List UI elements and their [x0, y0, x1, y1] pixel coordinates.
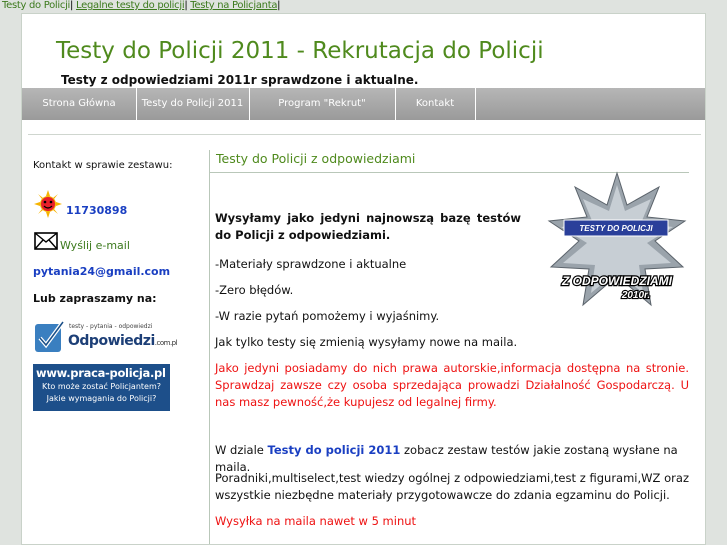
top-link-testy[interactable]: Testy do Policji [2, 0, 70, 11]
badge-year: 2010r. [621, 290, 650, 301]
banner1-brand: Odpowiedzi.com.pl [68, 333, 178, 349]
site-title: Testy do Policji 2011 - Rekrutacja do Po… [56, 38, 544, 64]
top-link-policjanta[interactable]: Testy na Policjanta [190, 0, 277, 11]
banner2-line1: Kto może zostać Policjantem? [42, 382, 161, 391]
main-intro: Wysyłamy jako jedyni najnowszą bazę test… [215, 211, 521, 242]
shipping-note: Wysyłka na maila nawet w 5 minut [215, 514, 417, 528]
site-subtitle: Testy z odpowiedziami 2011r sprawdzone i… [61, 73, 419, 87]
copyright-warning: Jako jedyni posiadamy do nich prawa auto… [215, 361, 689, 409]
materials-text: Poradniki,multiselect,test wiedzy ogólne… [215, 471, 689, 502]
sidebar-contact-heading: Kontakt w sprawie zestawu: [33, 160, 173, 171]
nav-item-home[interactable]: Strona Główna [22, 88, 137, 120]
police-star-badge: TESTY DO POLICJI Z ODPOWIEDZIAMI 2010r. [542, 171, 692, 313]
divider [28, 134, 701, 135]
main-nav: Strona Główna Testy do Policji 2011 Prog… [22, 88, 705, 120]
sidebar-email-row: Wyślij e-mail [60, 239, 130, 252]
banner2-site: www.praca-policja.pl [36, 366, 166, 380]
odpowiedzi-banner[interactable]: testy - pytania - odpowiedzi Odpowiedzi.… [33, 318, 178, 358]
banner1-tagline: testy - pytania - odpowiedzi [69, 323, 153, 330]
envelope-icon [34, 232, 58, 250]
top-links-bar: Testy do Policji| Legalne testy do polic… [2, 0, 281, 11]
sidebar-email-address: pytania24@gmail.com [33, 265, 171, 278]
banner2-line2: Jakie wymagania do Policji? [46, 394, 157, 403]
tests-2011-link[interactable]: Testy do policji 2011 [268, 443, 401, 457]
checkmark-logo-icon [33, 318, 67, 356]
badge-main-text: Z ODPOWIEDZIAMI [561, 274, 673, 288]
praca-policja-banner[interactable]: www.praca-policja.pl Kto może zostać Pol… [33, 364, 170, 411]
badge-top-text: TESTY DO POLICJI [579, 224, 653, 233]
nav-item-rekrut[interactable]: Program "Rekrut" [249, 88, 396, 120]
nav-item-contact[interactable]: Kontakt [395, 88, 476, 120]
top-link-legalne[interactable]: Legalne testy do policji [76, 0, 185, 11]
page-container: Testy do Policji 2011 - Rekrutacja do Po… [21, 13, 706, 545]
phone-link[interactable]: 11730898 [66, 204, 127, 217]
sidebar-invite: Lub zapraszamy na: [33, 292, 157, 305]
update-note: Jak tylko testy się zmienią wysyłamy now… [215, 335, 518, 349]
send-email-link[interactable]: Wyślij e-mail [60, 239, 130, 252]
nav-item-tests-2011[interactable]: Testy do Policji 2011 [136, 88, 250, 120]
sun-icon [34, 190, 62, 218]
main-title: Testy do Policji z odpowiedziami [216, 151, 416, 166]
sidebar-phone[interactable]: 11730898 [66, 204, 127, 217]
column-divider [209, 150, 210, 544]
